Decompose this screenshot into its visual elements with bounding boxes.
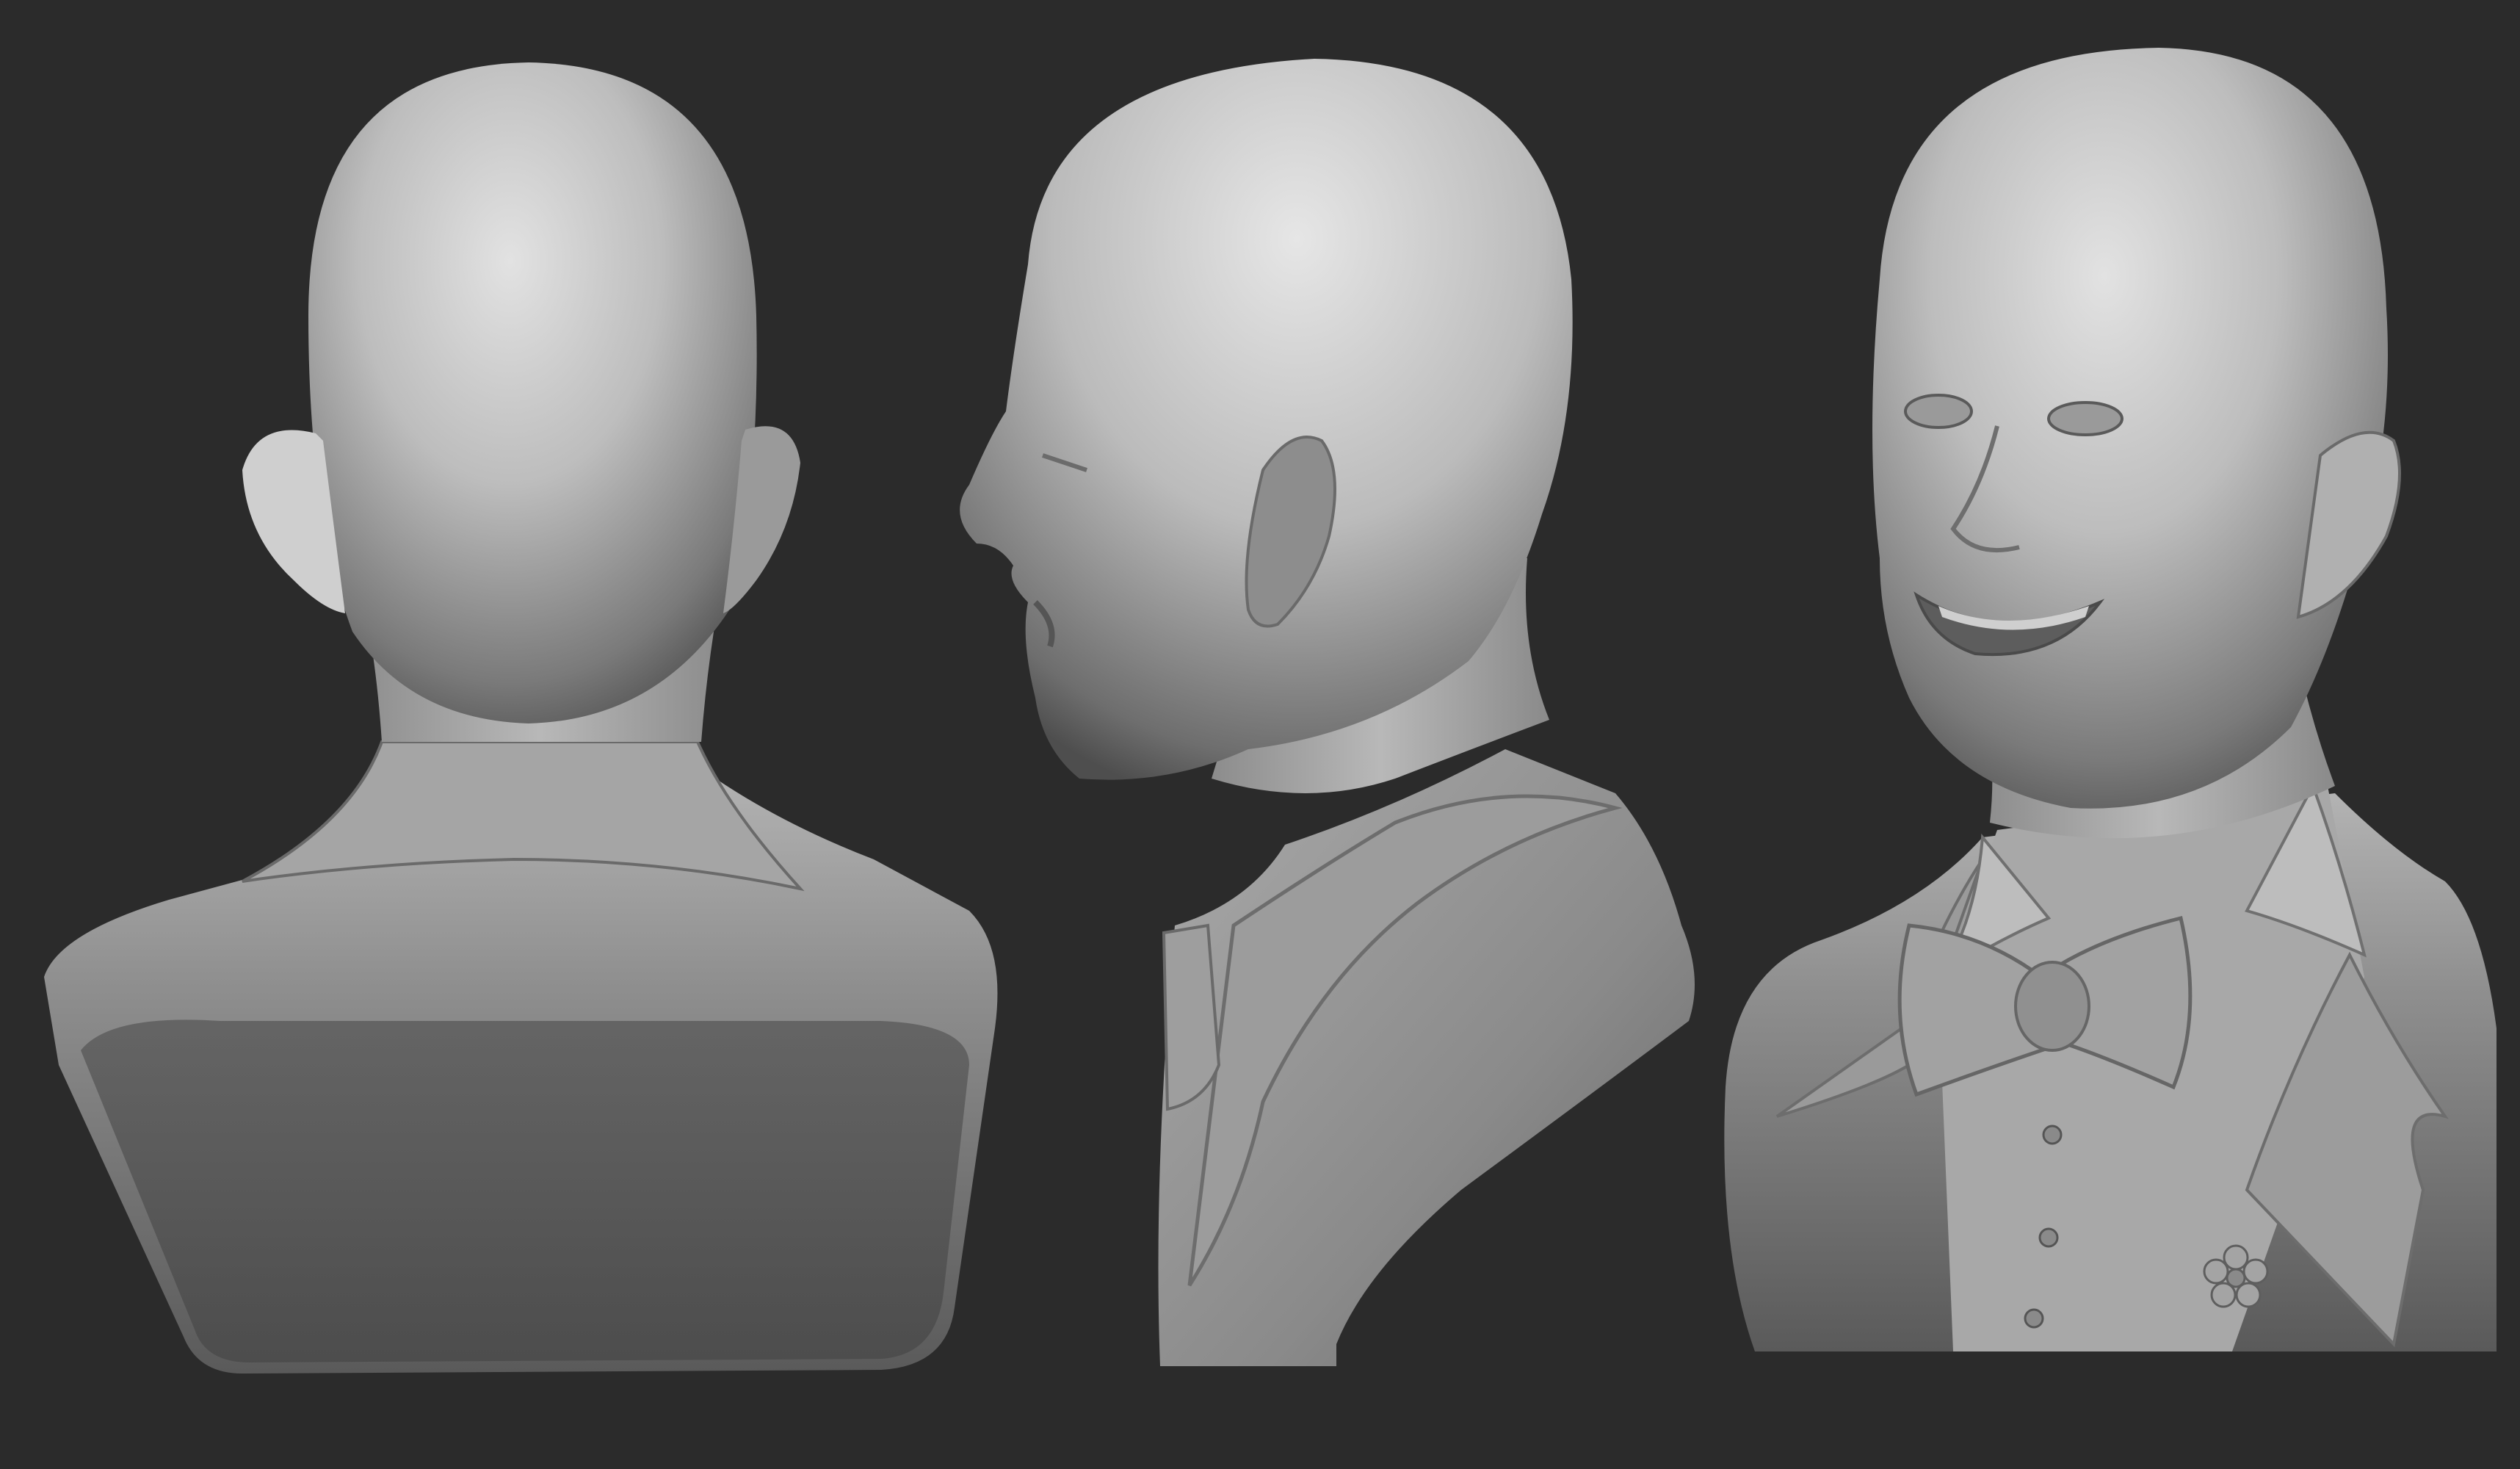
- side-bowtie: [1162, 923, 1221, 1111]
- bust-three-quarter-view: [1724, 48, 2497, 1351]
- tq-shirt-stud: [2024, 1308, 2044, 1329]
- bust-side-view: [960, 59, 1695, 1366]
- tq-right-eye: [2047, 401, 2123, 436]
- back-head: [308, 62, 757, 723]
- tq-left-eye: [1904, 394, 1973, 429]
- bust-back-view: [44, 62, 998, 1374]
- tq-bowtie-knot: [2014, 961, 2090, 1052]
- tq-shirt-stud: [2038, 1227, 2059, 1248]
- back-torso-underside: [81, 1019, 969, 1362]
- bust-render-canvas: [44, 48, 2497, 1374]
- sculpt-viewport[interactable]: [0, 0, 2520, 1469]
- tq-shirt-stud: [2042, 1125, 2063, 1145]
- tq-head: [1872, 48, 2388, 809]
